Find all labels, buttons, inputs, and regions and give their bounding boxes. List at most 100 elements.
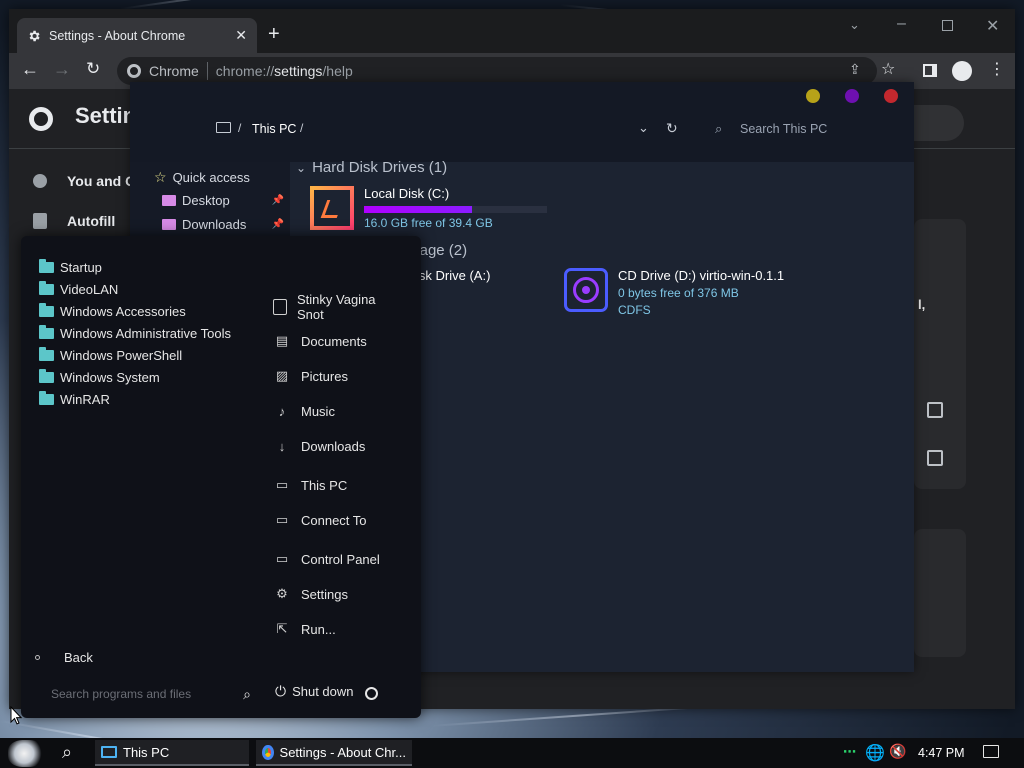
show-hidden-icons-icon[interactable]: ⋯ <box>843 744 856 760</box>
computer-icon <box>101 746 117 758</box>
back-button[interactable]: Back <box>35 650 93 665</box>
start-control-panel[interactable]: ▭ Control Panel <box>273 550 380 568</box>
nav-autofill[interactable]: Autofill <box>33 213 115 229</box>
side-panel-icon[interactable] <box>923 64 937 77</box>
start-documents[interactable]: ▤ Documents <box>273 332 367 350</box>
pictures-label: Pictures <box>301 368 348 384</box>
documents-icon: ▤ <box>275 333 289 348</box>
globe-icon[interactable]: 🌐 <box>865 743 885 763</box>
group-hard-disk-drives[interactable]: ⌄ Hard Disk Drives (1) <box>296 159 447 176</box>
drive-c-usage-bar <box>364 206 547 213</box>
connect-to-label: Connect To <box>301 512 367 528</box>
chevron-down-icon[interactable]: ⌄ <box>638 120 649 136</box>
maximize-dot[interactable] <box>845 89 859 103</box>
search-icon[interactable]: ⌕ <box>243 686 251 703</box>
start-settings[interactable]: ⚙ Settings <box>273 585 348 603</box>
tab-title: Settings - About Chrome <box>49 28 186 43</box>
drive-local-disk-c[interactable]: Local Disk (C:) 16.0 GB free of 39.4 GB <box>310 186 547 230</box>
new-tab-icon[interactable]: + <box>268 23 280 46</box>
program-list-item[interactable]: Windows System <box>39 369 160 385</box>
start-user-folder[interactable]: Stinky Vagina Snot <box>273 292 376 322</box>
nav-quick-access[interactable]: ☆ Quick access <box>154 169 250 186</box>
shutdown-options-icon[interactable] <box>365 687 378 700</box>
nav-you-and-google[interactable]: You and G <box>33 173 136 189</box>
computer-icon: ▭ <box>275 477 289 492</box>
search-input[interactable]: Search This PC <box>740 122 827 136</box>
refresh-icon[interactable]: ↻ <box>666 120 678 137</box>
power-icon: ⏻ <box>275 683 287 699</box>
taskbar-chrome[interactable]: Settings - About Chr... <box>256 740 412 766</box>
program-label: VideoLAN <box>60 282 119 297</box>
start-menu: Startup VideoLAN Windows Accessories Window… <box>21 236 421 718</box>
drive-d-name: CD Drive (D:) virtio-win-0.1.1 <box>618 268 785 283</box>
program-list-item[interactable]: VideoLAN <box>39 281 119 297</box>
share-icon[interactable]: ⇪ <box>849 61 861 78</box>
search-icon[interactable]: ⌕ <box>62 742 72 763</box>
taskbar-explorer[interactable]: This PC <box>95 740 249 766</box>
menu-kebab-icon[interactable]: ⋮ <box>989 59 1005 79</box>
reload-icon[interactable]: ↻ <box>86 59 100 79</box>
shutdown-button[interactable]: ⏻ Shut down <box>275 683 354 700</box>
back-arrow-icon[interactable]: ← <box>21 59 39 80</box>
minimize-icon[interactable]: – <box>897 15 906 33</box>
explorer-titlebar <box>130 82 914 122</box>
nav-you-label: You and G <box>67 173 136 189</box>
program-list-item[interactable]: Windows PowerShell <box>39 347 182 363</box>
clipboard-icon <box>33 213 47 229</box>
start-dragon-logo-icon[interactable] <box>8 740 44 767</box>
omnibox-separator <box>206 62 208 80</box>
close-dot[interactable] <box>884 89 898 103</box>
start-downloads[interactable]: ↓ Downloads <box>273 437 366 455</box>
program-label: WinRAR <box>60 392 110 407</box>
program-search-input[interactable]: Search programs and files ⌕ <box>51 683 251 705</box>
pin-icon[interactable]: 📌 <box>272 195 284 206</box>
notifications-icon[interactable] <box>983 745 999 758</box>
downloads-folder-icon <box>162 219 176 230</box>
chevron-down-icon: ⌄ <box>296 160 307 175</box>
gear-icon: ⚙ <box>276 586 288 601</box>
nav-desktop-label: Desktop <box>182 193 230 208</box>
tab-search-icon[interactable]: ⌄ <box>849 17 860 33</box>
drive-cd-d[interactable]: CD Drive (D:) virtio-win-0.1.1 0 bytes f… <box>564 268 784 317</box>
nav-desktop[interactable]: Desktop 📌 <box>162 193 284 208</box>
hard-drive-icon <box>310 186 354 230</box>
program-list-item[interactable]: WinRAR <box>39 391 110 407</box>
program-list-item[interactable]: Windows Administrative Tools <box>39 325 231 341</box>
profile-icon[interactable] <box>952 61 972 81</box>
nav-downloads[interactable]: Downloads 📌 <box>162 217 284 232</box>
person-icon <box>33 174 47 188</box>
bookmark-star-icon[interactable]: ☆ <box>881 59 895 79</box>
address-bar[interactable]: Chrome chrome://settings/help <box>117 57 877 85</box>
control-panel-icon: ▭ <box>275 551 289 566</box>
open-external-icon[interactable] <box>927 450 943 466</box>
settings-card <box>914 529 966 657</box>
minimize-dot[interactable] <box>806 89 820 103</box>
open-external-icon[interactable] <box>927 402 943 418</box>
drive-d-free: 0 bytes free of 376 MB <box>618 286 739 300</box>
star-icon: ☆ <box>154 169 167 185</box>
folder-icon <box>39 369 54 383</box>
clock[interactable]: 4:47 PM <box>918 746 965 760</box>
start-this-pc[interactable]: ▭ This PC <box>273 476 347 494</box>
program-list-item[interactable]: Windows Accessories <box>39 303 186 319</box>
tab-settings-about[interactable]: Settings - About Chrome ✕ <box>17 18 257 53</box>
nav-autofill-label: Autofill <box>67 213 116 229</box>
drive-c-name: Local Disk (C:) <box>364 186 450 201</box>
breadcrumb-this-pc[interactable]: This PC <box>252 122 296 136</box>
run-icon: ⇱ <box>276 621 288 636</box>
maximize-icon[interactable] <box>942 20 953 31</box>
muted-volume-icon[interactable]: 🔇 <box>889 743 906 760</box>
close-window-icon[interactable]: ✕ <box>986 16 999 36</box>
program-list-item[interactable]: Startup <box>39 259 102 275</box>
forward-arrow-icon[interactable]: → <box>53 59 71 80</box>
start-music[interactable]: ♪ Music <box>273 402 335 420</box>
start-run[interactable]: ⇱ Run... <box>273 620 336 638</box>
url-host: settings <box>274 63 323 79</box>
user-name-line2: Snot <box>297 307 324 322</box>
start-pictures[interactable]: ▨ Pictures <box>273 367 348 385</box>
network-icon: ▭ <box>275 512 289 527</box>
chrome-logo-icon <box>29 107 53 131</box>
pin-icon[interactable]: 📌 <box>272 219 284 230</box>
start-connect-to[interactable]: ▭ Connect To <box>273 511 367 529</box>
close-tab-icon[interactable]: ✕ <box>235 27 247 44</box>
